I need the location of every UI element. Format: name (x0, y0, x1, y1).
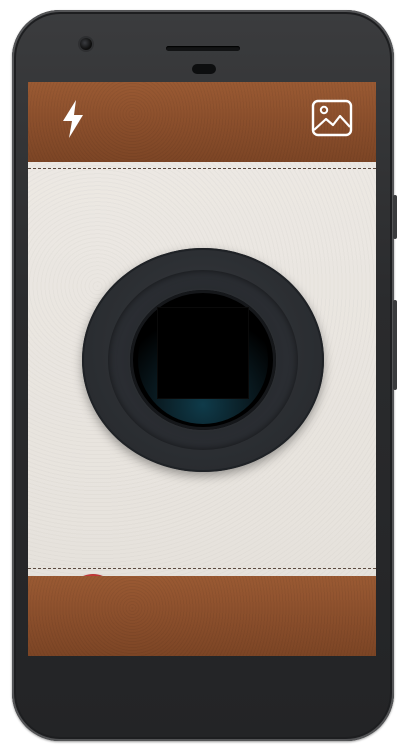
camera-body-panel (28, 162, 376, 620)
gallery-button[interactable] (311, 99, 353, 137)
camera-viewfinder[interactable] (158, 308, 248, 398)
proximity-sensor (192, 64, 216, 74)
lightning-bolt-icon (63, 100, 83, 138)
flash-toggle-button[interactable] (58, 98, 88, 140)
front-camera-icon (80, 38, 92, 50)
bottom-stitching (28, 568, 376, 569)
lens-ring (108, 270, 298, 450)
top-leather-bar (28, 82, 376, 162)
bottom-leather-bar (28, 576, 376, 656)
power-button (393, 195, 397, 239)
image-gallery-icon (311, 99, 353, 137)
top-stitching (28, 168, 376, 169)
lens-aperture (130, 290, 276, 430)
earpiece-speaker (166, 46, 240, 51)
camera-screen (28, 82, 376, 656)
camera-lens (82, 248, 324, 472)
volume-button (393, 300, 397, 390)
